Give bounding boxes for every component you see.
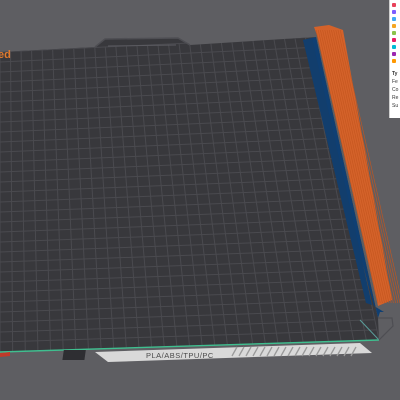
plate-label-text: PLA/ABS/TPU/PC: [146, 351, 214, 360]
bed-corner-bracket: [378, 317, 394, 341]
plate-logo-icon: [62, 350, 86, 360]
legend-color-swatch: [392, 45, 396, 49]
legend-item-label[interactable]: Su: [392, 103, 398, 109]
legend-item-label[interactable]: Fe: [392, 79, 398, 85]
legend-color-swatch: [392, 24, 396, 28]
bed-label-fragment: ed: [0, 49, 11, 61]
legend-color-swatch: [392, 52, 396, 56]
legend-color-swatch: [392, 3, 396, 7]
legend-color-swatch: [392, 10, 396, 14]
legend-color-swatch: [392, 31, 396, 35]
red-corner-mark: [0, 352, 10, 357]
legend-color-swatch: [392, 17, 396, 21]
legend-panel[interactable]: Ty Fe Co Re Su: [389, 0, 400, 118]
legend-color-swatch: [392, 38, 396, 42]
legend-item-label[interactable]: Re: [392, 95, 398, 101]
legend-item-label[interactable]: Ty: [392, 71, 397, 77]
legend-item-label[interactable]: Co: [392, 87, 398, 93]
3d-print-bed-viewport[interactable]: ed PLA/ABS/TPU/PC: [0, 0, 400, 400]
legend-color-swatch: [392, 59, 396, 63]
